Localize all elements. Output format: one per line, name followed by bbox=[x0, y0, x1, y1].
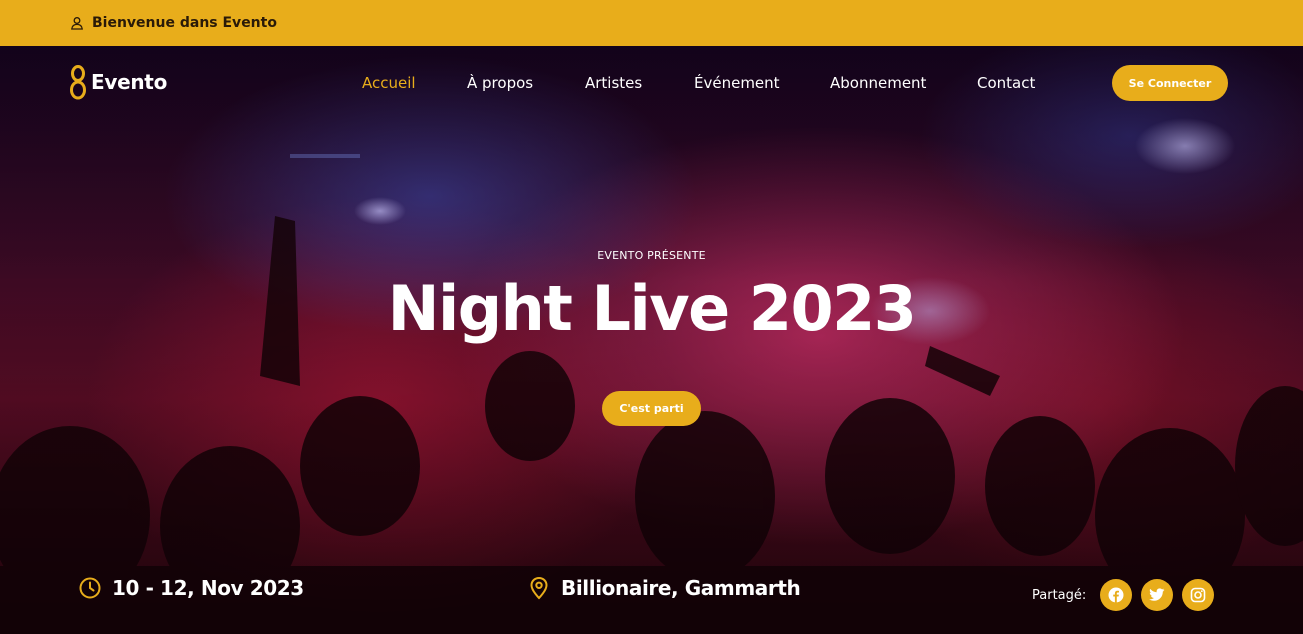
hero-eyebrow: EVENTO PRÉSENTE bbox=[597, 249, 706, 262]
share-section: Partagé: bbox=[1032, 579, 1223, 611]
hero-title: Night Live 2023 bbox=[387, 272, 917, 345]
instagram-icon[interactable] bbox=[1182, 579, 1215, 611]
event-location: Billionaire, Gammarth bbox=[527, 576, 801, 600]
top-announcement-bar: Bienvenue dans Evento bbox=[0, 0, 1303, 46]
twitter-icon[interactable] bbox=[1141, 579, 1174, 611]
nav-item-contact[interactable]: Contact bbox=[977, 74, 1035, 92]
welcome-text: Bienvenue dans Evento bbox=[92, 15, 277, 31]
login-button[interactable]: Se Connecter bbox=[1112, 65, 1228, 101]
event-date-text: 10 - 12, Nov 2023 bbox=[112, 576, 304, 600]
nav-item-abonnement[interactable]: Abonnement bbox=[830, 74, 926, 92]
facebook-icon[interactable] bbox=[1100, 579, 1133, 611]
brand-name: Evento bbox=[91, 70, 168, 94]
event-location-text: Billionaire, Gammarth bbox=[561, 576, 801, 600]
user-icon bbox=[70, 16, 84, 30]
event-date: 10 - 12, Nov 2023 bbox=[78, 576, 304, 600]
nav-item-a-propos[interactable]: À propos bbox=[467, 74, 533, 92]
cta-button[interactable]: C'est parti bbox=[602, 391, 701, 426]
main-navbar: Evento Accueil À propos Artistes Événeme… bbox=[0, 46, 1303, 120]
clock-icon bbox=[78, 576, 102, 600]
brand-logo[interactable]: Evento bbox=[68, 64, 167, 100]
logo-icon bbox=[68, 64, 88, 100]
share-label: Partagé: bbox=[1032, 587, 1087, 603]
nav-item-evenement[interactable]: Événement bbox=[694, 74, 780, 92]
nav-item-accueil[interactable]: Accueil bbox=[362, 74, 416, 92]
map-pin-icon bbox=[527, 576, 551, 600]
nav-item-artistes[interactable]: Artistes bbox=[585, 74, 642, 92]
